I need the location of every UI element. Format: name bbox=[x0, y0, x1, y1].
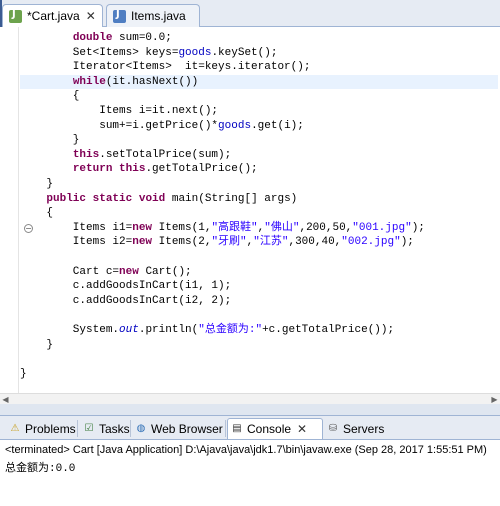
code-line[interactable]: while(it.hasNext()) bbox=[20, 74, 498, 90]
console-output-line: 总金额为:0.0 bbox=[5, 463, 76, 475]
code-line[interactable]: } bbox=[20, 133, 80, 148]
code-line[interactable]: this.setTotalPrice(sum); bbox=[20, 148, 231, 163]
tab-label: Items.java bbox=[131, 9, 186, 23]
code-line[interactable]: sum+=i.getPrice()*goods.get(i); bbox=[20, 119, 304, 134]
editor-tab-bar: *Cart.java ✕ Items.java bbox=[0, 0, 500, 27]
globe-icon: ◍ bbox=[136, 422, 146, 434]
tab-problems[interactable]: ⚠ Problems bbox=[6, 418, 79, 439]
console-output[interactable]: <terminated> Cart [Java Application] D:\… bbox=[0, 440, 500, 506]
code-line[interactable]: Items i=it.next(); bbox=[20, 104, 218, 119]
code-line[interactable]: } bbox=[20, 367, 27, 382]
tab-label: Servers bbox=[343, 421, 385, 436]
tab-tasks[interactable]: ☑ Tasks bbox=[80, 418, 133, 439]
code-line[interactable]: } bbox=[20, 177, 53, 192]
code-line[interactable]: Items i1=new Items(1,"高跟鞋","佛山",200,50,"… bbox=[20, 221, 425, 236]
tab-servers[interactable]: ⛁ Servers bbox=[324, 418, 387, 439]
console-tab-bar: ⚠ Problems ☑ Tasks ◍ Web Browser ▤ Conso… bbox=[0, 415, 500, 440]
console-icon: ▤ bbox=[232, 423, 242, 434]
tab-label: Problems bbox=[25, 421, 76, 436]
tab-label: *Cart.java bbox=[27, 9, 80, 23]
editor-ruler bbox=[0, 27, 19, 404]
panel-divider[interactable] bbox=[0, 404, 500, 415]
tab-label: Web Browser bbox=[151, 421, 223, 436]
tasks-icon: ☑ bbox=[84, 422, 94, 434]
java-file-icon bbox=[9, 9, 22, 23]
console-header: <terminated> Cart [Java Application] D:\… bbox=[5, 444, 487, 456]
tab-cart-java[interactable]: *Cart.java ✕ bbox=[2, 4, 103, 27]
code-line[interactable]: public static void main(String[] args) bbox=[20, 192, 297, 207]
code-line[interactable]: Items i2=new Items(2,"牙刷","江苏",300,40,"0… bbox=[20, 235, 414, 250]
code-line[interactable]: } bbox=[20, 338, 53, 353]
tab-items-java[interactable]: Items.java bbox=[106, 4, 200, 27]
code-line[interactable]: c.addGoodsInCart(i2, 2); bbox=[20, 294, 231, 309]
code-line[interactable]: Cart c=new Cart(); bbox=[20, 265, 192, 280]
code-line[interactable]: Set<Items> keys=goods.keySet(); bbox=[20, 46, 278, 61]
code-line[interactable]: Iterator<Items> it=keys.iterator(); bbox=[20, 60, 311, 75]
tab-console[interactable]: ▤ Console ✕ bbox=[227, 418, 323, 439]
java-file-icon bbox=[113, 9, 126, 23]
code-line[interactable]: return this.getTotalPrice(); bbox=[20, 162, 258, 177]
code-line[interactable]: c.addGoodsInCart(i1, 1); bbox=[20, 279, 231, 294]
servers-icon: ⛁ bbox=[328, 422, 338, 434]
tab-label: Tasks bbox=[99, 421, 130, 436]
close-icon[interactable]: ✕ bbox=[86, 9, 96, 23]
tab-label: Console bbox=[247, 422, 292, 436]
close-icon[interactable]: ✕ bbox=[297, 422, 307, 436]
tab-web-browser[interactable]: ◍ Web Browser bbox=[132, 418, 226, 439]
fold-toggle-icon[interactable]: − bbox=[24, 224, 33, 233]
code-line[interactable]: double sum=0.0; bbox=[20, 31, 172, 46]
code-line[interactable]: { bbox=[20, 206, 53, 221]
code-line[interactable]: { bbox=[20, 89, 80, 104]
code-editor[interactable]: double sum=0.0; Set<Items> keys=goods.ke… bbox=[0, 27, 500, 405]
code-line[interactable]: System.out.println("总金额为:"+c.getTotalPri… bbox=[20, 323, 394, 338]
problems-icon: ⚠ bbox=[10, 422, 20, 434]
